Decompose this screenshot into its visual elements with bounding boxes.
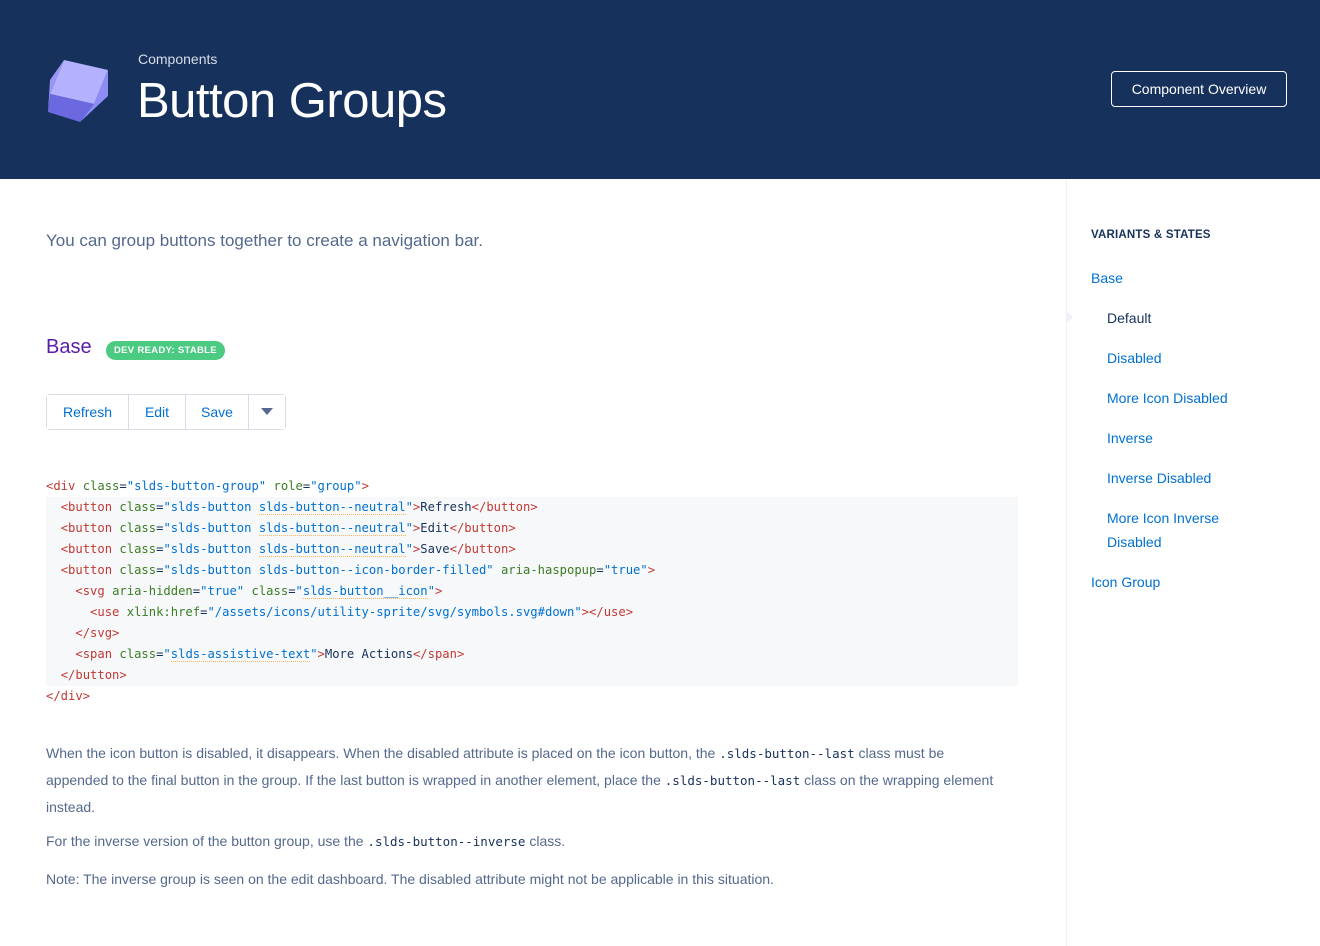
paragraph-text: class. [525,833,566,849]
component-overview-button[interactable]: Component Overview [1111,71,1287,107]
code-line: <button class="slds-button slds-button--… [46,560,1018,581]
sidebar-item-disabled[interactable]: Disabled [1107,346,1161,370]
sidebar-item-icon-group[interactable]: Icon Group [1091,570,1160,594]
code-line: <svg aria-hidden="true" class="slds-butt… [46,581,1018,602]
code-line: <button class="slds-button slds-button--… [46,539,1018,560]
more-actions-button[interactable] [249,395,285,429]
sidebar: VARIANTS & STATES Base Default Disabled … [1066,179,1320,946]
inline-code: .slds-button--inverse [367,834,526,849]
paragraph-text: For the inverse version of the button gr… [46,833,368,849]
code-line: <button class="slds-button slds-button--… [46,497,1018,518]
sidebar-item-more-icon-inverse-disabled[interactable]: More Icon Inverse Disabled [1107,506,1219,554]
sidebar-heading: VARIANTS & STATES [1091,229,1211,241]
inverse-paragraph: For the inverse version of the button gr… [46,828,1006,855]
inline-code: .slds-button--last [719,746,855,761]
sidebar-item-more-icon-disabled[interactable]: More Icon Disabled [1107,386,1228,410]
paragraph-text: When the icon button is disabled, it dis… [46,745,720,761]
code-line: <use xlink:href="/assets/icons/utility-s… [46,602,1018,623]
sidebar-item-label: Disabled [1107,534,1162,550]
code-line: </button> [46,665,1018,686]
save-button[interactable]: Save [186,395,249,429]
sidebar-item-label: More Icon Inverse [1107,510,1220,526]
page-header: Components Button Groups Component Overv… [0,0,1320,179]
note-paragraph: Note: The inverse group is seen on the e… [46,871,774,887]
edit-button[interactable]: Edit [129,395,186,429]
chevron-down-icon [261,408,273,415]
refresh-button[interactable]: Refresh [47,395,129,429]
section-title: Base [46,336,92,358]
sidebar-item-inverse[interactable]: Inverse [1107,426,1153,450]
active-indicator-icon [1067,311,1073,323]
code-sample: <div class="slds-button-group" role="gro… [46,476,1018,707]
code-line: </svg> [46,623,1018,644]
description-paragraph: When the icon button is disabled, it dis… [46,740,1006,820]
code-line: </div> [46,689,91,703]
code-line: <span class="slds-assistive-text">More A… [46,644,1018,665]
code-line: <button class="slds-button slds-button--… [46,518,1018,539]
sidebar-item-default[interactable]: Default [1107,306,1151,330]
button-group: Refresh Edit Save [46,394,286,430]
sidebar-item-inverse-disabled[interactable]: Inverse Disabled [1107,466,1211,490]
page-title: Button Groups [137,74,447,128]
cube-logo-icon [48,60,108,122]
breadcrumb[interactable]: Components [138,51,217,67]
sidebar-item-base[interactable]: Base [1091,266,1123,290]
intro-text: You can group buttons together to create… [46,231,483,250]
code-line: <div class="slds-button-group" role="gro… [46,479,369,493]
inline-code: .slds-button--last [664,773,801,788]
status-badge: DEV READY: STABLE [106,341,225,360]
